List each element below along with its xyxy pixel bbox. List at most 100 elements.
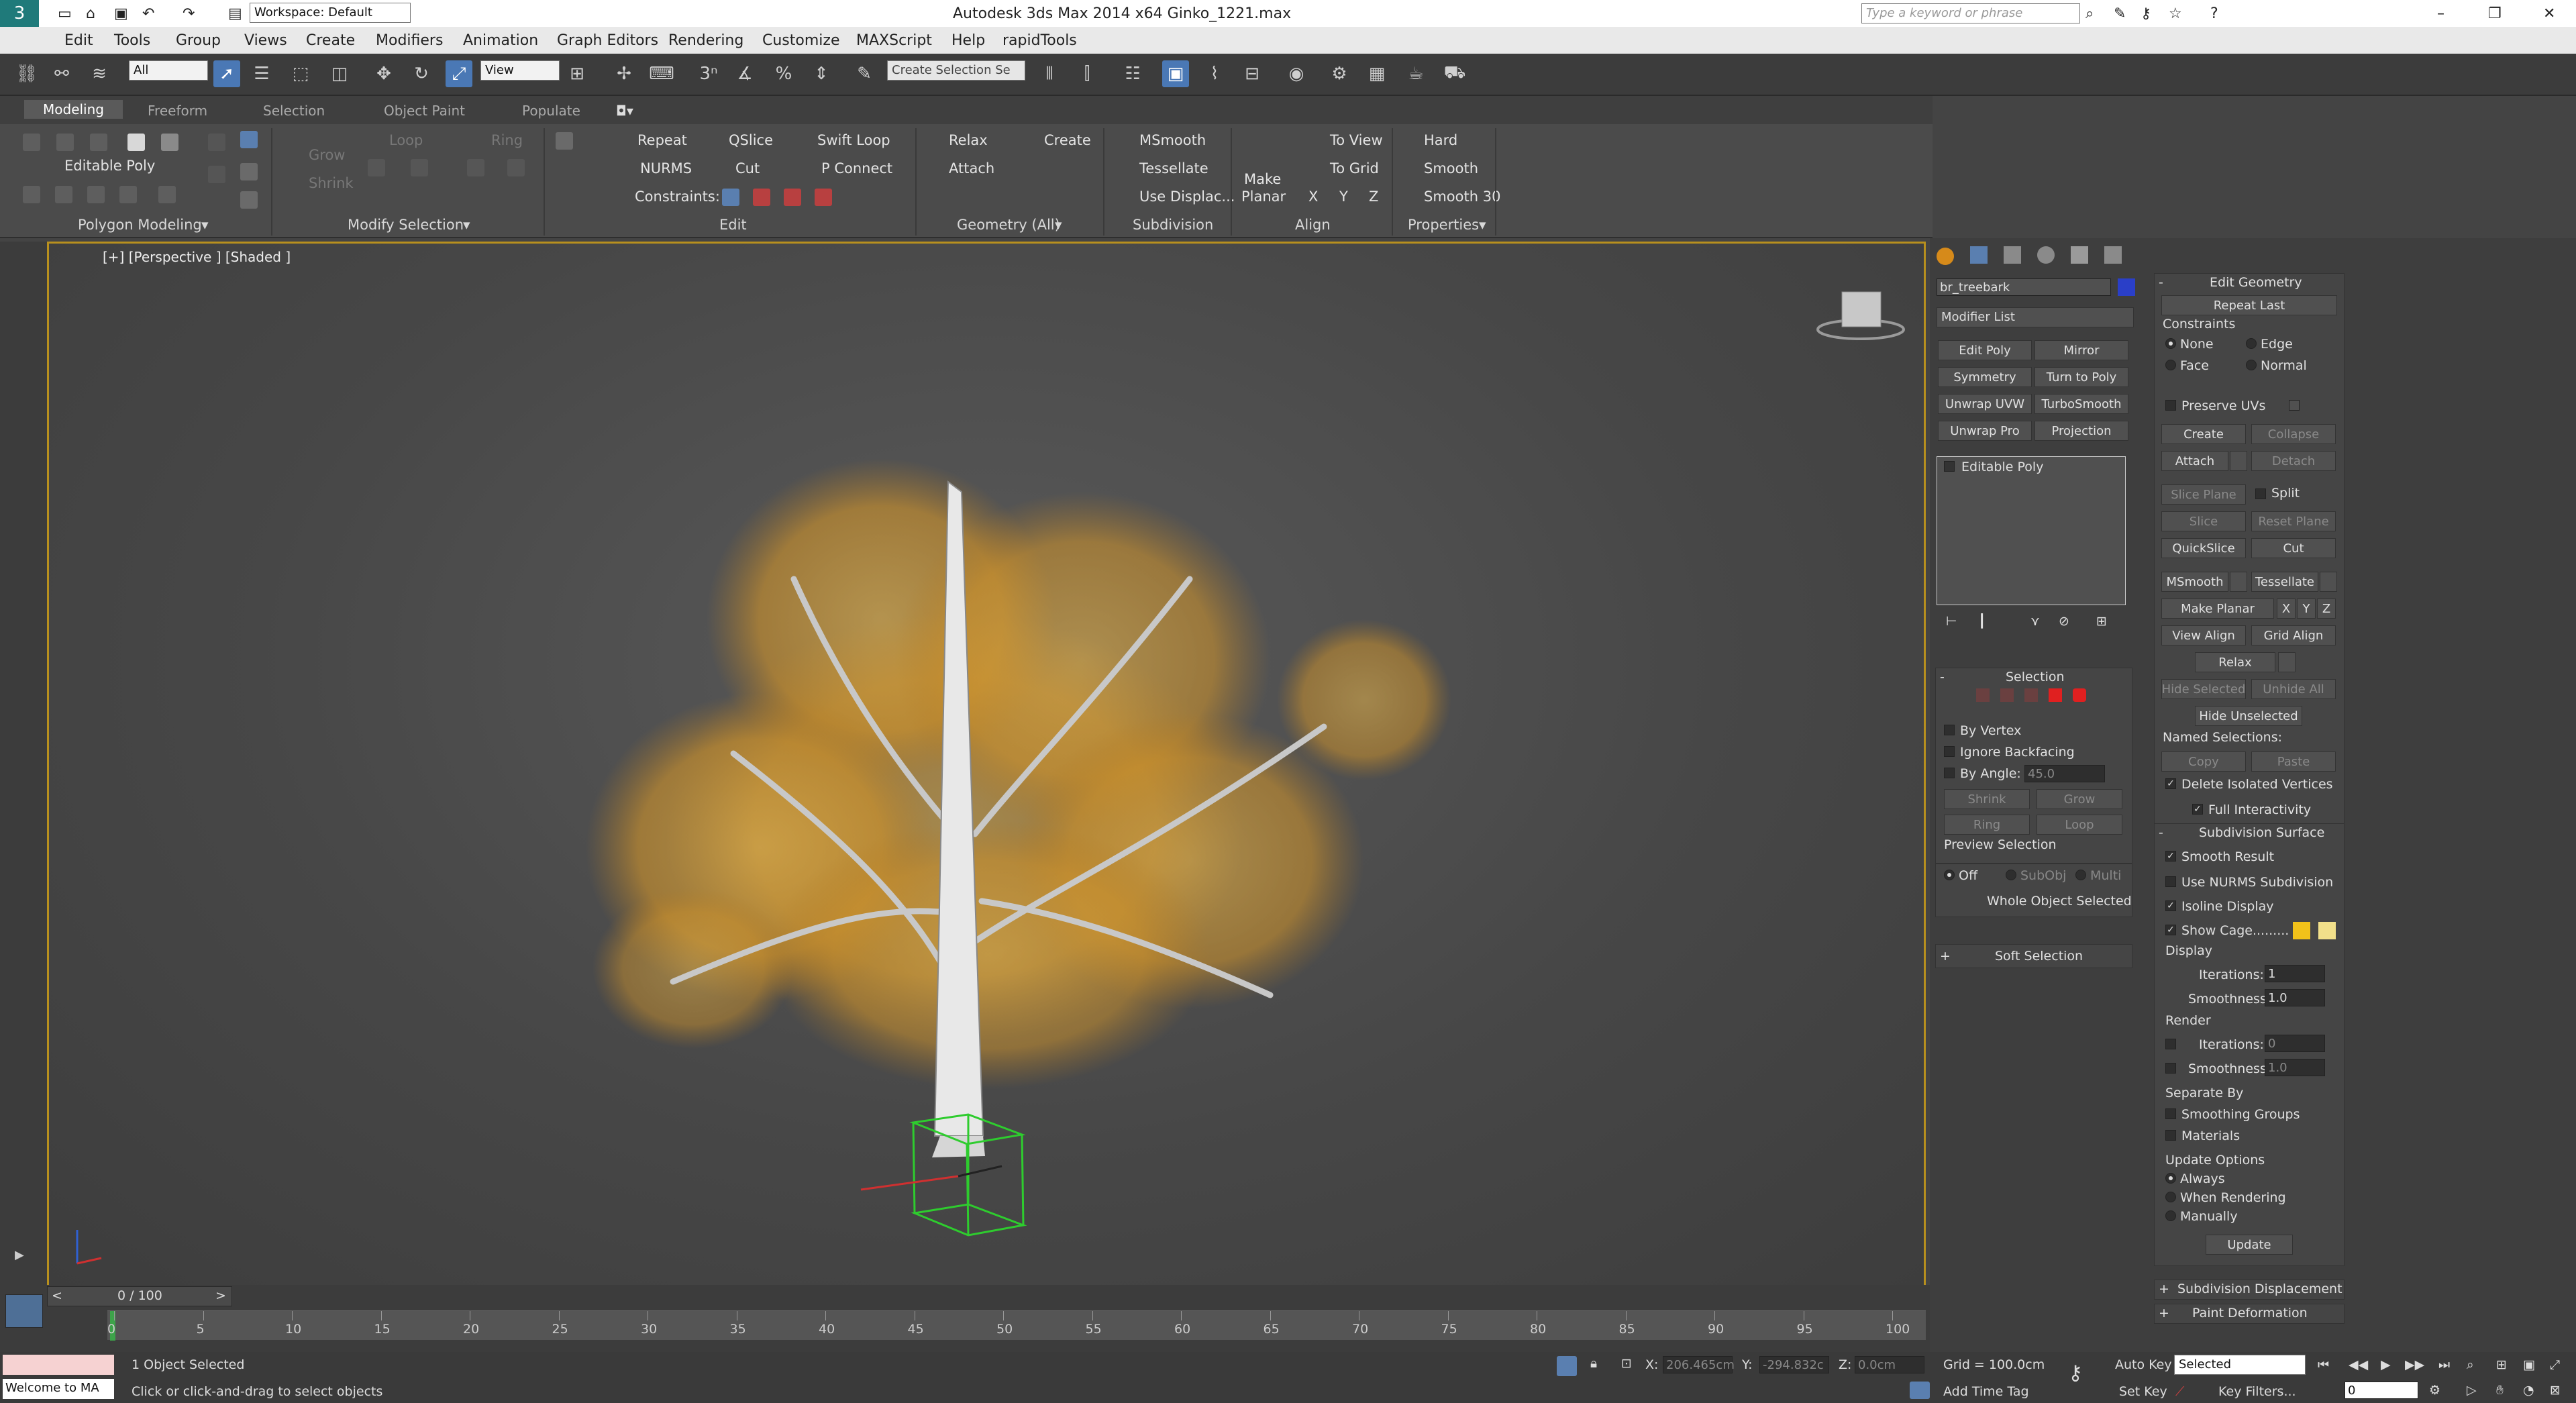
tab-selection[interactable]: Selection: [263, 103, 325, 119]
infocenter-search[interactable]: Type a keyword or phrase: [1861, 3, 2080, 23]
mini-curve-editor-icon[interactable]: [5, 1294, 43, 1328]
collapse-button[interactable]: Collapse: [2251, 424, 2336, 444]
split-checkbox[interactable]: [2255, 488, 2266, 499]
modifier-stack[interactable]: Editable Poly: [1937, 456, 2126, 605]
pivot-icon[interactable]: ⊞: [564, 60, 590, 87]
project-icon[interactable]: ▤: [228, 5, 242, 22]
align-y-button[interactable]: Y: [1339, 189, 1348, 205]
msmooth-button[interactable]: MSmooth: [1139, 132, 1206, 148]
play-icon[interactable]: ▶: [2381, 1357, 2391, 1372]
use-displacement-button[interactable]: Use Displac...: [1139, 189, 1235, 205]
time-slider-prev-icon[interactable]: <: [52, 1288, 62, 1303]
star-icon[interactable]: ☆: [2169, 5, 2182, 22]
key-filters-button[interactable]: Key Filters...: [2218, 1384, 2296, 1399]
motion-panel-icon[interactable]: [2037, 246, 2055, 264]
copy-button[interactable]: Copy: [2161, 751, 2246, 772]
close-icon[interactable]: ✕: [2543, 5, 2555, 22]
slice-plane-button[interactable]: Slice Plane: [2161, 484, 2246, 505]
element-select-icon[interactable]: [2073, 688, 2086, 702]
planar-x-button[interactable]: X: [2277, 599, 2296, 619]
ignore-backfacing-checkbox[interactable]: [1944, 746, 1955, 757]
configure-sets-icon[interactable]: ⊞: [2096, 614, 2107, 629]
shrink-ring-icon[interactable]: [507, 159, 525, 176]
lock-selection-icon[interactable]: 🔒︎: [1590, 1356, 1597, 1371]
grid-align-button[interactable]: Grid Align: [2251, 625, 2336, 645]
paste-button[interactable]: Paste: [2251, 751, 2336, 772]
rect-selection-icon[interactable]: ⬚: [287, 60, 314, 87]
constraint-none-icon[interactable]: [722, 189, 739, 206]
mirror-icon[interactable]: ⫴: [1036, 60, 1063, 87]
tessellate-button[interactable]: Tessellate: [2251, 572, 2318, 592]
geometry-dropdown-icon[interactable]: ▾: [1055, 217, 1062, 233]
selection-filter-dropdown[interactable]: All: [129, 60, 208, 81]
preserve-uvs-icon[interactable]: [119, 186, 137, 203]
show-cage-checkbox[interactable]: ✓: [2165, 925, 2176, 935]
render-smoothness-checkbox[interactable]: [2165, 1063, 2176, 1074]
quick-save-icon[interactable]: ▣: [114, 5, 128, 22]
display-panel-icon[interactable]: [2071, 246, 2088, 264]
constraint-normal-icon[interactable]: [815, 189, 832, 206]
render-smoothness-spinner[interactable]: 1.0: [2265, 1059, 2325, 1076]
detach-button[interactable]: Detach: [2251, 451, 2336, 471]
subdivision-displacement-expand-icon[interactable]: +: [2159, 1282, 2169, 1296]
selection-title[interactable]: Selection: [2006, 670, 2065, 684]
repeat-last-button[interactable]: Repeat Last: [2161, 295, 2337, 315]
menu-customize[interactable]: Customize: [762, 32, 839, 49]
render-setup-icon[interactable]: ⚙: [1326, 60, 1353, 87]
viewcube-icon[interactable]: [1816, 291, 1905, 340]
pin-stack-icon[interactable]: ⊢: [1946, 614, 1957, 629]
reset-plane-button[interactable]: Reset Plane: [2251, 511, 2336, 531]
to-view-button[interactable]: To View: [1330, 132, 1383, 148]
edit-named-sel-icon[interactable]: ✎: [851, 60, 878, 87]
menu-animation[interactable]: Animation: [463, 32, 538, 49]
y-coordinate-field[interactable]: -294.832c: [1759, 1356, 1829, 1373]
bind-spacewarp-icon[interactable]: ≋: [86, 60, 113, 87]
materials-checkbox[interactable]: [2165, 1130, 2176, 1141]
make-unique-icon[interactable]: ⋎: [2030, 614, 2040, 629]
previous-frame-icon[interactable]: ◀︎◀︎: [2349, 1357, 2368, 1372]
ref-coord-dropdown[interactable]: View: [480, 60, 560, 81]
render-iterations-checkbox[interactable]: [2165, 1039, 2176, 1049]
remove-modifier-icon[interactable]: ⊘: [2059, 614, 2069, 629]
snap-3-icon[interactable]: 3ⁿ: [695, 60, 722, 87]
current-frame-field[interactable]: 0: [2345, 1382, 2418, 1399]
show-end-result-icon[interactable]: ┃: [1978, 614, 1986, 629]
hide-selected-button[interactable]: Hide Selected: [2161, 679, 2246, 699]
paint-deformation-title[interactable]: Paint Deformation: [2192, 1306, 2308, 1320]
shrink-loop-icon[interactable]: [411, 159, 428, 176]
delete-isolated-checkbox[interactable]: ✓: [2165, 778, 2176, 789]
render-iterations-spinner[interactable]: 0: [2265, 1035, 2325, 1052]
preserve-uvs-checkbox[interactable]: [2165, 400, 2176, 411]
hierarchy-panel-icon[interactable]: [2004, 246, 2021, 264]
preview-off-radio[interactable]: [1944, 870, 1955, 880]
tab-object-paint[interactable]: Object Paint: [384, 103, 465, 119]
ring-button[interactable]: Ring: [491, 132, 523, 148]
object-name-field[interactable]: br_treebark: [1937, 278, 2111, 296]
tessellate-button[interactable]: Tessellate: [1139, 160, 1208, 176]
paint-deformation-rollout[interactable]: + Paint Deformation: [2154, 1304, 2345, 1324]
element-mode-icon[interactable]: [161, 134, 178, 151]
constraint-face-radio[interactable]: [2165, 360, 2176, 370]
planar-z-button[interactable]: Z: [2317, 599, 2336, 619]
vertex-select-icon[interactable]: [1976, 688, 1990, 702]
keyboard-shortcut-icon[interactable]: ⌨: [648, 60, 675, 87]
cut-button[interactable]: Cut: [735, 160, 760, 176]
mod-projection-button[interactable]: Projection: [2034, 421, 2128, 441]
tools-icon[interactable]: ✎: [2114, 5, 2126, 22]
time-slider-next-icon[interactable]: >: [215, 1288, 226, 1303]
hide-unselected-button[interactable]: Hide Unselected: [2195, 706, 2302, 726]
align-z-button[interactable]: Z: [1369, 189, 1378, 205]
relax-button[interactable]: Relax: [2195, 652, 2275, 672]
nurms-button[interactable]: NURMS: [640, 160, 692, 176]
unlink-icon[interactable]: ⚯: [48, 60, 75, 87]
named-selection-dropdown[interactable]: Create Selection Se: [887, 60, 1025, 81]
align-icon[interactable]: ⫿: [1074, 60, 1100, 87]
modify-mode-icon[interactable]: [23, 186, 40, 203]
percent-snap-icon[interactable]: %: [770, 60, 797, 87]
restore-icon[interactable]: ❐: [2488, 5, 2502, 22]
scale-icon[interactable]: ⤢: [446, 60, 472, 87]
menu-group[interactable]: Group: [176, 32, 221, 49]
create-button[interactable]: Create: [2161, 424, 2246, 444]
vertex-mode-icon[interactable]: [23, 134, 40, 151]
key-icon[interactable]: ⚷: [2141, 5, 2151, 22]
